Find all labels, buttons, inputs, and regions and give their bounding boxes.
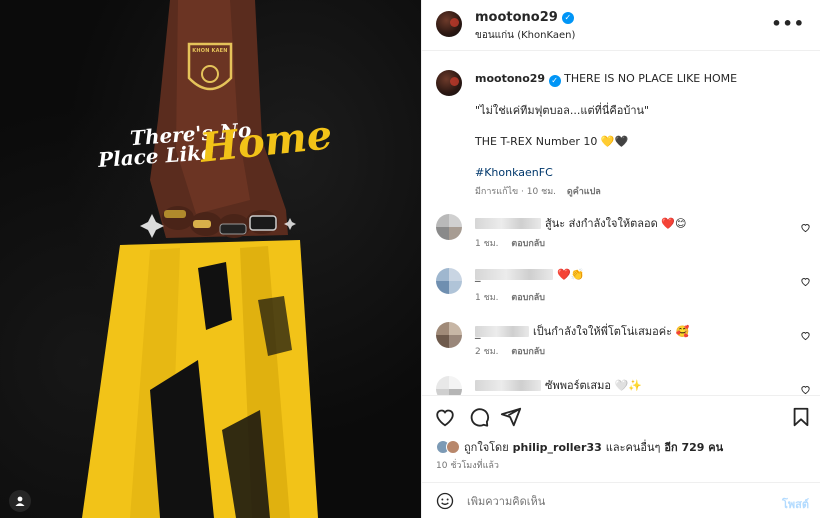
comment-heart-icon[interactable] [800,276,811,287]
see-translation-link[interactable]: ดูคำแปล [567,187,601,197]
comment-heart-icon[interactable] [800,330,811,341]
caption-hashtag[interactable]: #KhonkaenFC [475,166,795,180]
comment-time: 2 ชม. [475,347,499,357]
comment-meta: 1 ชม. ตอบกลับ [475,236,545,250]
post-actions-bar [422,395,820,435]
author-username-text[interactable]: mootono29 [475,10,558,25]
caption-username[interactable]: mootono29 [475,72,545,85]
likes-prefix: ถูกใจโดย [464,441,509,454]
comment-body: _ เป็นกำลังใจให้พี่โตโน่เสมอค่ะ 🥰 [475,322,689,340]
caption-edited-time: มีการแก้ไข · 10 ชม. [475,187,556,197]
comment-item: ซัพพอร์ตเสมอ 🤍✨ [422,368,820,395]
comment-text: ซัพพอร์ตเสมอ 🤍✨ [545,379,642,392]
post-details-panel: mootono29 ✓ ขอนแก่น (KhonKaen) ••• mooto… [421,0,820,518]
more-options-icon[interactable]: ••• [771,14,805,33]
comment-item: _ ❤️👏 1 ชม. ตอบกลับ [422,260,820,314]
post-comment-button[interactable]: โพสต์ [782,495,809,513]
user-tag-icon[interactable] [9,490,31,512]
reply-button[interactable]: ตอบกลับ [511,347,545,357]
comment-item: _ เป็นกำลังใจให้พี่โตโน่เสมอค่ะ 🥰 2 ชม. … [422,314,820,368]
commenter-avatar[interactable] [436,322,462,348]
artwork-title: There's No Place Like Home [96,111,336,192]
caption-meta: มีการแก้ไข · 10 ชม. ดูคำแปล [475,184,601,198]
commenter-avatar[interactable] [436,214,462,240]
add-comment-input[interactable] [467,495,747,508]
verified-badge-icon: ✓ [561,11,574,24]
comment-heart-icon[interactable] [800,222,811,233]
jersey-fist-artwork [82,0,318,518]
verified-badge-icon: ✓ [548,75,561,87]
emoji-icon[interactable] [436,492,454,510]
caption-avatar[interactable] [436,70,462,96]
heart-icon[interactable] [434,406,456,428]
likes-count[interactable]: อีก 729 คน [664,438,723,456]
post-timestamp[interactable]: 10 ชั่วโมงที่แล้ว [436,458,499,472]
likes-middle: และคนอื่นๆ [605,441,661,454]
author-username[interactable]: mootono29 ✓ [475,10,574,25]
commenter-username-blurred[interactable]: _ [475,269,553,282]
comment-heart-icon[interactable] [800,384,811,395]
reply-button[interactable]: ตอบกลับ [511,293,545,303]
commenter-username-blurred[interactable] [475,379,541,391]
comments-scroll-area[interactable]: mootono29 ✓ THERE IS NO PLACE LIKE HOME … [422,52,820,395]
comment-time: 1 ชม. [475,239,499,249]
comment-body: สู้นะ ส่งกำลังใจให้ตลอด ❤️😊 [475,214,686,232]
comment-text: ❤️👏 [557,268,585,281]
commenter-avatar[interactable] [436,376,462,395]
comment-body: ซัพพอร์ตเสมอ 🤍✨ [475,376,642,394]
post-location[interactable]: ขอนแก่น (KhonKaen) [475,28,575,43]
liker-username[interactable]: philip_roller33 [513,441,602,454]
artwork-title-line2: Place Like [97,139,215,173]
post-caption: mootono29 ✓ THERE IS NO PLACE LIKE HOME … [475,72,795,197]
commenter-username-blurred[interactable]: _ [475,325,529,339]
comment-time: 1 ชม. [475,293,499,303]
reply-button[interactable]: ตอบกลับ [511,239,545,249]
comment-text: สู้นะ ส่งกำลังใจให้ตลอด ❤️😊 [545,217,687,230]
caption-line3: THE T-REX Number 10 💛🖤 [475,135,629,148]
likes-summary[interactable]: ถูกใจโดย philip_roller33 และคนอื่นๆ อีก … [436,438,723,456]
add-comment-bar: โพสต์ [422,482,820,518]
share-icon[interactable] [500,406,522,428]
commenter-avatar[interactable] [436,268,462,294]
liker-avatar [446,440,460,454]
comment-icon[interactable] [468,406,490,428]
comment-item: สู้นะ ส่งกำลังใจให้ตลอด ❤️😊 1 ชม. ตอบกลั… [422,206,820,260]
caption-line1: THERE IS NO PLACE LIKE HOME [564,72,738,85]
post-image[interactable]: KHON KAEN There's No Place Like Home [0,0,421,518]
author-avatar[interactable] [436,11,462,37]
post-header: mootono29 ✓ ขอนแก่น (KhonKaen) ••• [422,0,820,51]
bookmark-icon[interactable] [790,406,812,428]
comment-meta: 2 ชม. ตอบกลับ [475,344,545,358]
crest-text: KHON KAEN [192,48,228,54]
caption-line2: "ไม่ใช่แค่ทีมฟุตบอล...แต่ที่นี่คือบ้าน" [475,104,650,117]
comment-body: _ ❤️👏 [475,268,585,282]
comment-meta: 1 ชม. ตอบกลับ [475,290,545,304]
comment-text: เป็นกำลังใจให้พี่โตโน่เสมอค่ะ 🥰 [533,325,690,338]
commenter-username-blurred[interactable] [475,217,541,229]
